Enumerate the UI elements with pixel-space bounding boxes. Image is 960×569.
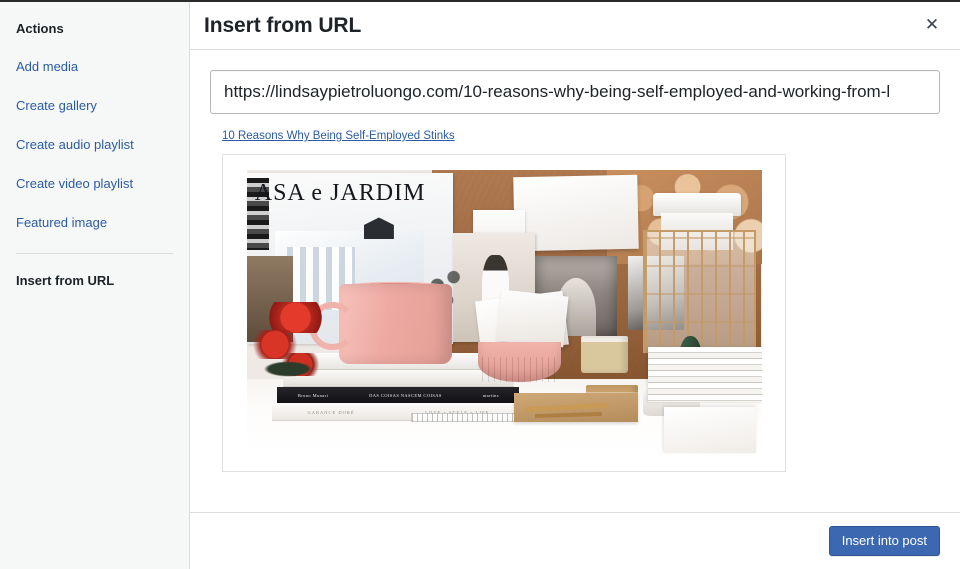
photo-magazine-stack bbox=[648, 347, 762, 402]
black-book-author: Bruno Munari bbox=[297, 392, 329, 398]
black-book-title: DAS COISAS NASCEM COISAS bbox=[369, 392, 442, 398]
photo-magazine-title: ASA e JARDIM bbox=[254, 179, 426, 206]
page-title: Insert from URL bbox=[204, 13, 362, 37]
photo-notebook bbox=[663, 407, 757, 454]
sidebar-heading: Actions bbox=[16, 21, 64, 36]
white-book-author: GARANCE DORÉ bbox=[307, 409, 355, 415]
media-actions-sidebar: Actions Add media Create gallery Create … bbox=[0, 2, 190, 569]
modal-footer: Insert into post bbox=[190, 512, 960, 569]
photo-black-book-spine: Bruno Munari DAS COISAS NASCEM COISAS ma… bbox=[277, 387, 519, 403]
sidebar-item-create-video-playlist[interactable]: Create video playlist bbox=[0, 175, 189, 193]
preview-image: ASA e JARDIM Bruno Munari DAS COISAS NAS… bbox=[246, 170, 762, 456]
photo-pink-mug bbox=[339, 284, 453, 365]
photo-red-rose-1 bbox=[261, 301, 329, 333]
sidebar-item-create-audio-playlist[interactable]: Create audio playlist bbox=[0, 136, 189, 154]
modal-main-panel: Insert from URL ✕ 10 Reasons Why Being S… bbox=[190, 2, 960, 569]
photo-magazine-icon bbox=[363, 217, 394, 240]
insert-from-url-modal: Actions Add media Create gallery Create … bbox=[0, 0, 960, 569]
sidebar-divider bbox=[16, 253, 173, 254]
photo-jar-pasta bbox=[581, 335, 628, 374]
photo-paper-cards-2 bbox=[496, 289, 569, 348]
insert-into-post-button[interactable]: Insert into post bbox=[828, 526, 940, 556]
sidebar-item-insert-from-url[interactable]: Insert from URL bbox=[0, 272, 189, 290]
sidebar-item-add-media[interactable]: Add media bbox=[0, 58, 189, 76]
url-preview-box: ASA e JARDIM Bruno Munari DAS COISAS NAS… bbox=[222, 154, 786, 472]
black-book-publisher: martins bbox=[482, 392, 499, 398]
sidebar-item-featured-image[interactable]: Featured image bbox=[0, 214, 189, 232]
modal-body: 10 Reasons Why Being Self-Employed Stink… bbox=[190, 50, 960, 512]
close-icon[interactable]: ✕ bbox=[916, 10, 948, 42]
photo-black-book: Bruno Munari DAS COISAS NASCEM COISAS ma… bbox=[277, 387, 520, 404]
url-input[interactable] bbox=[210, 70, 940, 114]
modal-header: Insert from URL ✕ bbox=[190, 2, 960, 50]
sidebar-item-create-gallery[interactable]: Create gallery bbox=[0, 97, 189, 115]
embed-link-row: 10 Reasons Why Being Self-Employed Stink… bbox=[222, 126, 940, 144]
embed-title-link[interactable]: 10 Reasons Why Being Self-Employed Stink… bbox=[222, 130, 455, 142]
photo-pink-bowl bbox=[478, 341, 561, 382]
photo-rose-leaves bbox=[256, 358, 319, 379]
photo-wire-basket bbox=[643, 230, 757, 354]
